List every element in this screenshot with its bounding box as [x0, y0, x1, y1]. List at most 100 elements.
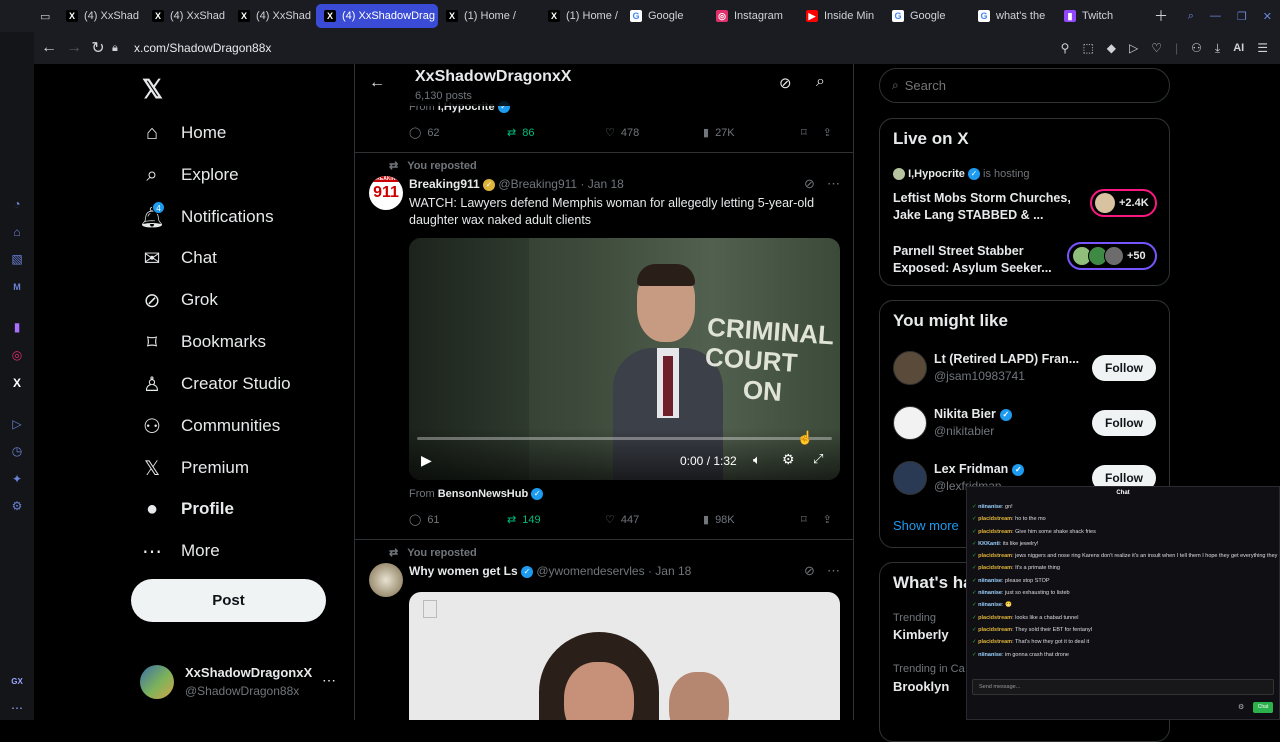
- sidebar-extensions-icon[interactable]: ✦: [9, 471, 25, 487]
- sidebar-x-icon[interactable]: X: [9, 375, 25, 391]
- browser-tab[interactable]: X (4) XxShad: [230, 4, 316, 28]
- browser-tab[interactable]: ▶ Inside Min: [798, 4, 884, 28]
- repost-button[interactable]: ⇄ 86: [507, 126, 605, 140]
- browser-tab[interactable]: ▮ Twitch: [1056, 4, 1146, 28]
- reply-button[interactable]: ◯ 61: [409, 513, 507, 527]
- follow-button[interactable]: Follow: [1092, 355, 1156, 381]
- tab-menu-icon[interactable]: ▭: [34, 4, 58, 28]
- post-more-icon[interactable]: ⋯: [827, 563, 840, 579]
- post-date[interactable]: · Jan 18: [648, 564, 691, 578]
- user-avatar[interactable]: [893, 406, 927, 440]
- ai-button[interactable]: AI: [1233, 42, 1244, 54]
- sidebar-bot-icon[interactable]: ⌂: [9, 224, 25, 240]
- account-more-icon[interactable]: ⋯: [322, 672, 336, 689]
- browser-tab[interactable]: ◎ Instagram: [708, 4, 798, 28]
- chat-send-button[interactable]: Chat: [1253, 702, 1273, 713]
- snapshot-icon[interactable]: ⬚: [1082, 41, 1093, 55]
- chat-username[interactable]: niinanise: [978, 602, 1002, 608]
- chat-username[interactable]: placidstream: [978, 565, 1012, 571]
- reload-icon[interactable]: ↻: [84, 38, 112, 58]
- nav-item-profile[interactable]: ● Profile: [140, 491, 234, 527]
- chat-username[interactable]: KKKanti: [978, 541, 1000, 547]
- gx-icon[interactable]: GX: [9, 673, 25, 689]
- post-date[interactable]: · Jan 18: [580, 177, 623, 191]
- volume-icon[interactable]: 🔈︎: [753, 452, 761, 468]
- nav-item-premium[interactable]: 𝕏 Premium: [140, 450, 249, 486]
- live-item-title[interactable]: Parnell Street Stabber Exposed: Asylum S…: [893, 243, 1078, 277]
- download-icon[interactable]: ⤓: [1215, 41, 1220, 56]
- post-media[interactable]: [409, 592, 840, 720]
- menu-icon[interactable]: ☰: [1257, 41, 1268, 55]
- play-icon[interactable]: ▶: [421, 452, 432, 469]
- send-icon[interactable]: ▷: [1129, 41, 1138, 55]
- minimize-icon[interactable]: —: [1202, 4, 1229, 28]
- sidebar-m-icon[interactable]: M: [9, 279, 25, 295]
- browser-tab[interactable]: G Google: [622, 4, 708, 28]
- live-item-title[interactable]: Leftist Mobs Storm Churches, Jake Lang S…: [893, 190, 1078, 224]
- like-button[interactable]: ♡ 478: [605, 126, 703, 140]
- live-listeners-badge[interactable]: +50: [1067, 242, 1157, 270]
- user-avatar[interactable]: [893, 461, 927, 495]
- grok-explain-icon[interactable]: ⊘: [804, 176, 815, 192]
- nav-item-bookmarks[interactable]: ⌑ Bookmarks: [140, 324, 266, 360]
- profile-icon[interactable]: ⚇: [1191, 41, 1202, 55]
- account-avatar[interactable]: [140, 665, 174, 699]
- account-name[interactable]: XxShadowDragonxX: [185, 665, 312, 680]
- reply-button[interactable]: ◯ 62: [409, 126, 507, 140]
- sidebar-notes-icon[interactable]: ▧: [9, 251, 25, 267]
- sidebar-instagram-icon[interactable]: ◎: [9, 347, 25, 363]
- chat-username[interactable]: niinanise: [978, 590, 1002, 596]
- video-progress-bar[interactable]: [417, 437, 832, 440]
- user-avatar[interactable]: [893, 351, 927, 385]
- nav-item-more[interactable]: ⋯ More: [140, 533, 220, 569]
- chat-settings-icon[interactable]: ⚙: [1238, 703, 1244, 711]
- live-listeners-badge[interactable]: +2.4K: [1090, 189, 1157, 217]
- sidebar-history-icon[interactable]: ◷: [9, 443, 25, 459]
- sidebar-player-icon[interactable]: ▷: [9, 416, 25, 432]
- sidebar-twitch-icon[interactable]: ▮: [9, 319, 25, 335]
- live-host[interactable]: I,Hypocrite ✓ is hosting: [893, 168, 1030, 181]
- nav-item-grok[interactable]: ⊘ Grok: [140, 282, 218, 318]
- bookmark-icon[interactable]: ⌑: [801, 126, 807, 139]
- pin-icon[interactable]: ⚲: [1061, 41, 1070, 55]
- chat-username[interactable]: placidstream: [978, 615, 1012, 621]
- grok-icon[interactable]: ⊘: [779, 74, 792, 92]
- share-icon[interactable]: ⇪: [823, 513, 832, 526]
- back-arrow-icon[interactable]: ←: [369, 74, 385, 92]
- like-button[interactable]: ♡ 447: [605, 513, 703, 527]
- close-window-icon[interactable]: ✕: [1255, 4, 1280, 28]
- search-box[interactable]: ⌕: [879, 68, 1170, 103]
- nav-item-chat[interactable]: ✉ Chat: [140, 240, 217, 276]
- fullscreen-icon[interactable]: ⤢: [813, 451, 823, 467]
- browser-tab[interactable]: G Google: [884, 4, 970, 28]
- video-player[interactable]: CRIMINAL COURT ON ▶ 0:00 / 1:32 🔈︎ ⚙ ⤢: [409, 238, 840, 480]
- chat-username[interactable]: placidstream: [978, 627, 1012, 633]
- post-author[interactable]: Breaking911: [409, 177, 480, 191]
- heart-icon[interactable]: ♡: [1151, 41, 1162, 55]
- user-name[interactable]: Lt (Retired LAPD) Fran...: [934, 352, 1079, 366]
- chat-username[interactable]: niinanise: [978, 578, 1002, 584]
- nav-item-home[interactable]: ⌂ Home: [140, 115, 226, 151]
- nav-item-notifications[interactable]: 🔔︎ 4 Notifications: [139, 199, 274, 235]
- chat-username[interactable]: placidstream: [978, 516, 1012, 522]
- share-icon[interactable]: ⇪: [823, 126, 832, 139]
- chat-username[interactable]: placidstream: [978, 529, 1012, 535]
- forward-icon[interactable]: →: [64, 39, 84, 57]
- browser-tab[interactable]: X (4) XxShadowDrag: [316, 4, 438, 28]
- x-logo-icon[interactable]: 𝕏: [142, 74, 163, 105]
- search-icon[interactable]: ⌕: [816, 73, 825, 91]
- tab-search-icon[interactable]: ⌕: [1180, 4, 1202, 28]
- trend-name[interactable]: Brooklyn: [893, 679, 949, 694]
- user-name[interactable]: Lex Fridman ✓: [934, 462, 1025, 476]
- post-handle[interactable]: @Breaking911: [498, 177, 577, 191]
- new-tab-icon[interactable]: ＋: [1146, 4, 1174, 28]
- follow-button[interactable]: Follow: [1092, 410, 1156, 436]
- shield-icon[interactable]: ◆: [1107, 41, 1116, 55]
- views-button[interactable]: ▮ 27K: [703, 126, 801, 140]
- show-more-link[interactable]: Show more: [893, 518, 959, 533]
- search-input[interactable]: [904, 78, 1145, 93]
- grok-explain-icon[interactable]: ⊘: [804, 563, 815, 579]
- browser-tab[interactable]: X (1) Home /: [540, 4, 622, 28]
- sidebar-settings-icon[interactable]: ⚙: [9, 498, 25, 514]
- browser-tab[interactable]: X (4) XxShad: [58, 4, 144, 28]
